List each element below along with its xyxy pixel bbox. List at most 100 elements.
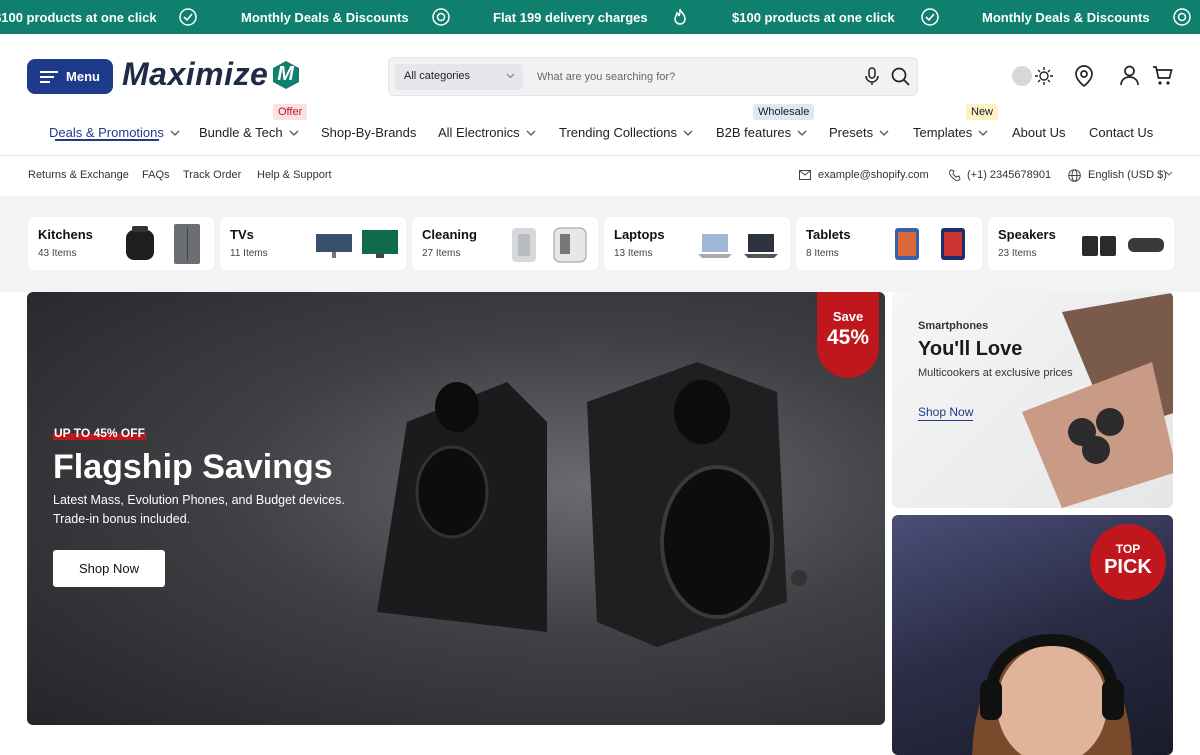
util-link-track-order[interactable]: Track Order bbox=[183, 169, 241, 181]
refrigerator-image bbox=[174, 224, 200, 264]
theme-toggle[interactable] bbox=[1012, 65, 1054, 87]
logo-text: Maximize bbox=[122, 56, 269, 92]
cleaning-machine-image bbox=[553, 227, 587, 263]
badge-check-icon bbox=[179, 8, 197, 26]
category-card-kitchens[interactable]: Kitchens 43 Items bbox=[28, 217, 214, 270]
tablet-image bbox=[895, 228, 919, 260]
smartphone-image bbox=[1022, 292, 1173, 508]
ticker-text: Monthly Deals & Discounts bbox=[982, 10, 1150, 25]
search-icon[interactable] bbox=[891, 67, 910, 86]
nav-item-deals-promotions[interactable]: Deals & Promotions bbox=[49, 125, 180, 140]
category-count: 11 Items bbox=[230, 248, 268, 259]
location-pin-icon[interactable] bbox=[1074, 65, 1094, 87]
microphone-icon[interactable] bbox=[863, 67, 881, 86]
air-fryer-image bbox=[126, 226, 154, 260]
hamburger-icon bbox=[40, 70, 59, 83]
hero-discount-tag: UP TO 45% OFF bbox=[53, 426, 146, 440]
save-value: 45% bbox=[826, 326, 870, 349]
laptop-dark-image bbox=[744, 234, 778, 258]
contact-email[interactable]: example@shopify.com bbox=[818, 169, 929, 181]
util-link-help-support[interactable]: Help & Support bbox=[257, 169, 332, 181]
promo-description: Multicookers at exclusive prices bbox=[918, 367, 1073, 379]
nav-item-contact-us[interactable]: Contact Us bbox=[1089, 125, 1153, 140]
promo-top-pick[interactable]: TOP PICK bbox=[892, 515, 1173, 755]
chevron-down-icon bbox=[797, 130, 807, 136]
category-select[interactable]: All categories bbox=[395, 64, 523, 90]
category-select-value: All categories bbox=[404, 70, 471, 82]
chevron-down-icon bbox=[978, 130, 988, 136]
user-icon[interactable] bbox=[1120, 65, 1139, 86]
ticker-text: $100 products at one click bbox=[0, 10, 157, 25]
nav-item-bundle-tech[interactable]: Bundle & Tech bbox=[199, 125, 299, 140]
ticker-text: $100 products at one click bbox=[732, 10, 895, 25]
category-count: 43 Items bbox=[38, 248, 77, 259]
promo-shop-now-link[interactable]: Shop Now bbox=[918, 405, 974, 421]
tv-image bbox=[362, 230, 398, 258]
category-card-laptops[interactable]: Laptops 13 Items bbox=[604, 217, 790, 270]
category-name: Speakers bbox=[998, 227, 1056, 242]
hero-title: Flagship Savings bbox=[53, 448, 333, 486]
contact-phone[interactable]: (+1) 2345678901 bbox=[967, 169, 1051, 181]
language-selector[interactable]: English (USD $) bbox=[1088, 169, 1167, 181]
hero-shop-now-button[interactable]: Shop Now bbox=[53, 550, 165, 587]
nav-item-templates[interactable]: Templates bbox=[913, 125, 988, 140]
chevron-down-icon bbox=[683, 130, 693, 136]
search-bar: All categories bbox=[388, 57, 918, 96]
delivery-icon bbox=[432, 8, 450, 26]
phone-icon bbox=[949, 169, 961, 181]
globe-icon bbox=[1068, 169, 1081, 182]
category-name: TVs bbox=[230, 227, 254, 242]
main-nav: Deals & Promotions Offer Bundle & Tech S… bbox=[0, 104, 1200, 156]
mail-icon bbox=[799, 170, 811, 180]
nav-item-trending-collections[interactable]: Trending Collections bbox=[559, 125, 693, 140]
nav-item-shop-by-brands[interactable]: Shop-By-Brands bbox=[321, 125, 416, 140]
nav-item-all-electronics[interactable]: All Electronics bbox=[438, 125, 536, 140]
top-pick-bottom-text: PICK bbox=[1104, 556, 1152, 578]
promo-smartphones[interactable]: Smartphones You'll Love Multicookers at … bbox=[892, 292, 1173, 508]
nav-item-about-us[interactable]: About Us bbox=[1012, 125, 1065, 140]
active-nav-underline bbox=[55, 139, 159, 141]
speaker-image bbox=[1082, 236, 1116, 256]
util-link-faqs[interactable]: FAQs bbox=[142, 169, 170, 181]
nav-item-presets[interactable]: Presets bbox=[829, 125, 889, 140]
top-pick-top-text: TOP bbox=[1115, 542, 1141, 556]
monitor-image bbox=[316, 234, 352, 258]
search-input[interactable] bbox=[537, 64, 837, 90]
chevron-down-icon bbox=[1165, 171, 1173, 176]
hero-subtitle: Latest Mass, Evolution Phones, and Budge… bbox=[53, 493, 345, 526]
category-name: Tablets bbox=[806, 227, 851, 242]
chevron-down-icon bbox=[526, 130, 536, 136]
category-card-speakers[interactable]: Speakers 23 Items bbox=[988, 217, 1174, 270]
chevron-down-icon bbox=[879, 130, 889, 136]
laptop-image bbox=[698, 234, 732, 258]
chevron-down-icon bbox=[289, 130, 299, 136]
logo[interactable]: Maximize M bbox=[122, 56, 301, 93]
ticker-text: Flat 199 delivery charges bbox=[493, 10, 648, 25]
tablet-image bbox=[941, 228, 965, 260]
promo-title: You'll Love bbox=[918, 338, 1023, 360]
flame-icon bbox=[674, 8, 686, 25]
category-name: Laptops bbox=[614, 227, 665, 242]
category-count: 13 Items bbox=[614, 248, 653, 259]
category-card-cleaning[interactable]: Cleaning 27 Items bbox=[412, 217, 598, 270]
save-badge: Save 45% bbox=[817, 292, 879, 378]
category-name: Cleaning bbox=[422, 227, 477, 242]
save-label: Save bbox=[832, 309, 864, 324]
air-purifier-image bbox=[512, 228, 536, 262]
offer-badge: Offer bbox=[273, 104, 308, 120]
utility-bar: Returns & Exchange FAQs Track Order Help… bbox=[0, 156, 1200, 196]
category-card-tvs[interactable]: TVs 11 Items bbox=[220, 217, 406, 270]
category-card-tablets[interactable]: Tablets 8 Items bbox=[796, 217, 982, 270]
gamer-boy-image bbox=[972, 634, 1132, 755]
badge-check-icon bbox=[921, 8, 939, 26]
util-link-returns[interactable]: Returns & Exchange bbox=[28, 169, 129, 181]
new-badge: New bbox=[966, 104, 999, 120]
nav-item-b2b-features[interactable]: B2B features bbox=[716, 125, 807, 140]
ticker-text: Monthly Deals & Discounts bbox=[241, 10, 409, 25]
speakers-image bbox=[377, 362, 807, 647]
site-header: Menu Maximize M All categories bbox=[0, 34, 1200, 120]
wholesale-badge: Wholesale bbox=[753, 104, 815, 120]
announcement-bar: $100 products at one click Monthly Deals… bbox=[0, 0, 1200, 34]
menu-button[interactable]: Menu bbox=[27, 59, 113, 94]
cart-icon[interactable] bbox=[1152, 65, 1173, 86]
